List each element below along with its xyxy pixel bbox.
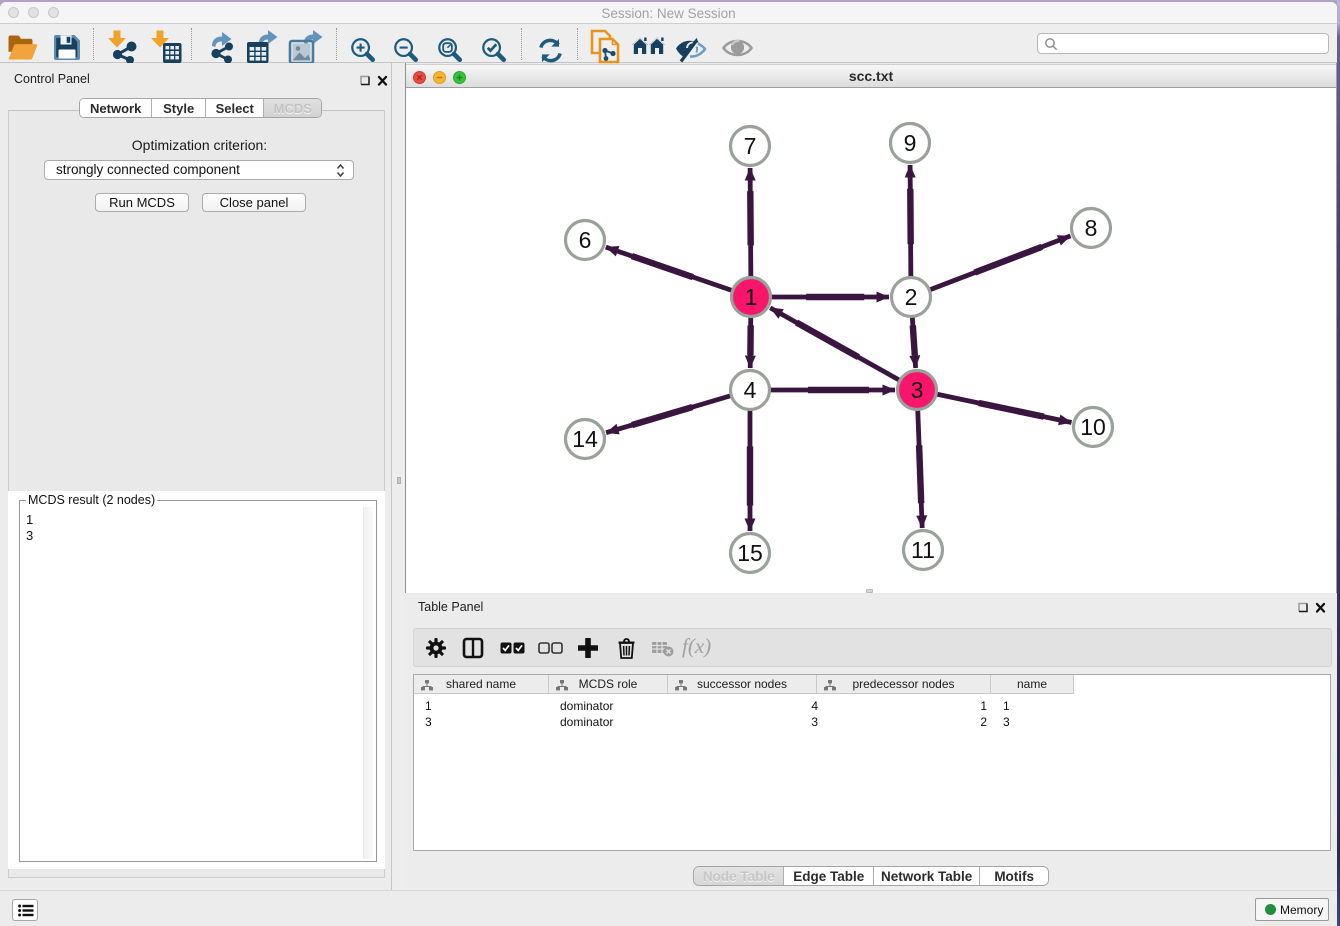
svg-text:6: 6 xyxy=(579,227,592,253)
svg-text:3: 3 xyxy=(911,377,924,403)
svg-text:11: 11 xyxy=(911,537,935,563)
svg-text:2: 2 xyxy=(905,284,918,310)
svg-text:7: 7 xyxy=(744,133,757,159)
svg-text:10: 10 xyxy=(1080,414,1106,440)
svg-text:14: 14 xyxy=(572,426,598,452)
svg-text:15: 15 xyxy=(737,540,763,566)
svg-text:4: 4 xyxy=(744,377,757,403)
svg-text:9: 9 xyxy=(904,130,917,156)
svg-text:8: 8 xyxy=(1085,215,1098,241)
svg-text:1: 1 xyxy=(745,284,758,310)
